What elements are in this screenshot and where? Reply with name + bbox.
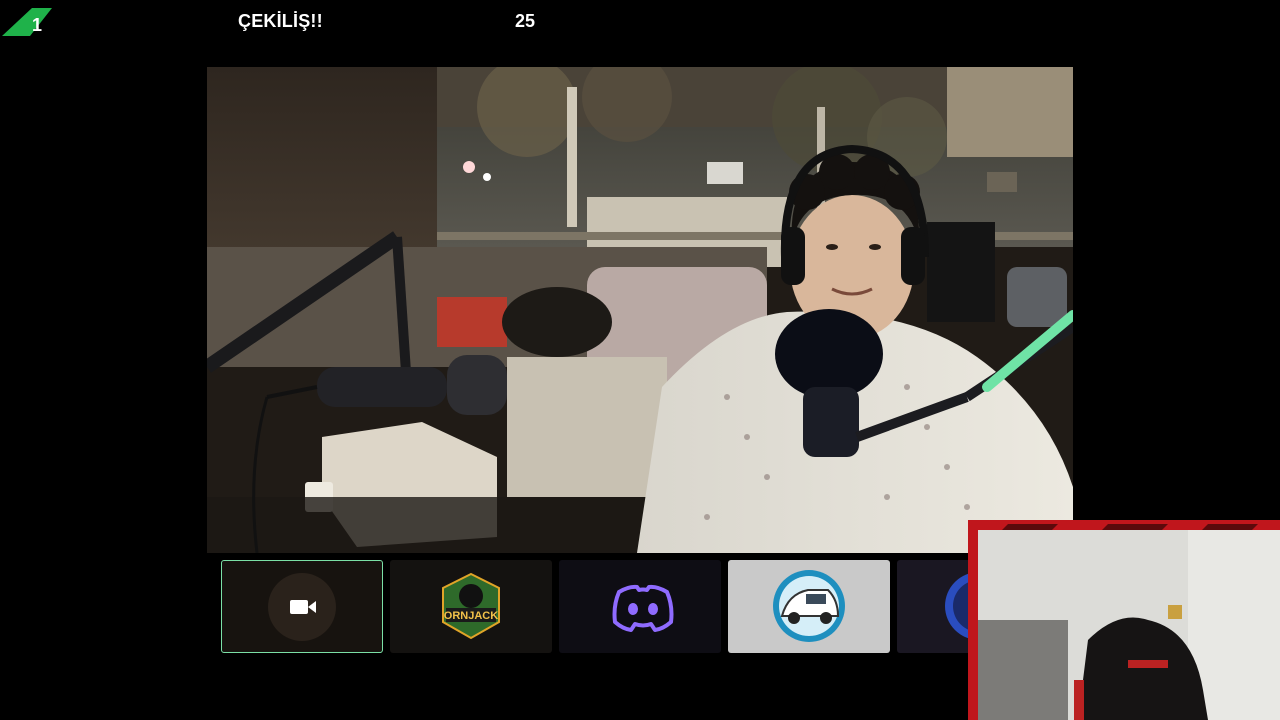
partial-avatar-icon [945,572,977,640]
webcam-feed [978,530,1280,720]
video-camera-icon [268,573,336,641]
participant-tile-discord[interactable] [559,560,721,653]
ornjack-logo-text: ORNJACK [444,610,498,622]
green-flag-icon [2,8,52,36]
stream-layout: 1 ÇEKİLİŞ!! 25 ORNJACK [0,0,1280,720]
rank-number: 1 [32,15,43,35]
studio-scene [207,67,1073,553]
ornjack-logo: ORNJACK [442,572,500,640]
car-avatar-icon [773,570,845,642]
participant-tile-car[interactable] [728,560,890,653]
webcam-overlay [968,520,1280,720]
rank-badge: 1 [2,6,52,36]
webcam-scene [978,530,1280,720]
stream-title: ÇEKİLİŞ!! [238,11,323,31]
discord-icon [612,584,674,632]
main-video-feed[interactable] [207,67,1073,553]
participant-tile-ornjack[interactable]: ORNJACK [390,560,552,653]
participant-tile-partial[interactable] [897,560,977,653]
viewer-counter: 25 [515,11,536,31]
participant-tile-camera[interactable] [221,560,383,653]
